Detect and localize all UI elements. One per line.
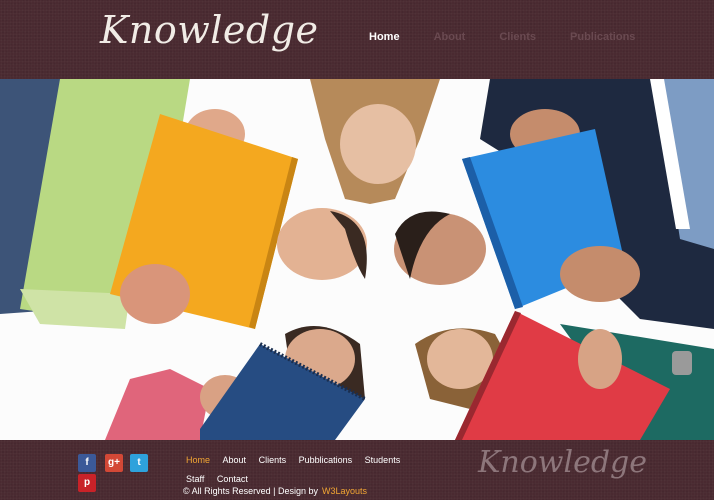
nav-publications[interactable]: Publications bbox=[570, 31, 635, 43]
footer-nav-about[interactable]: About bbox=[223, 451, 247, 470]
site-logo[interactable]: Knowledge bbox=[100, 8, 319, 52]
nav-clients[interactable]: Clients bbox=[499, 31, 536, 43]
hero-photo bbox=[0, 79, 714, 440]
footer-nav: Home About Clients Pubblications Student… bbox=[186, 451, 436, 489]
footer-nav-home[interactable]: Home bbox=[186, 451, 210, 470]
twitter-icon[interactable]: t bbox=[130, 454, 148, 472]
copyright: © All Rights Reserved | Design by W3Layou… bbox=[183, 486, 367, 496]
footer-nav-publications[interactable]: Pubblications bbox=[299, 451, 353, 470]
nav-about[interactable]: About bbox=[434, 31, 466, 43]
main-nav: Home About Clients Publications bbox=[369, 31, 635, 43]
footer-nav-students[interactable]: Students bbox=[365, 451, 401, 470]
header: Knowledge Home About Clients Publication… bbox=[0, 0, 714, 79]
designer-link[interactable]: W3Layouts bbox=[322, 486, 367, 496]
copyright-text: © All Rights Reserved | Design by bbox=[183, 486, 319, 496]
pinterest-icon[interactable]: p bbox=[78, 474, 96, 492]
footer-nav-clients[interactable]: Clients bbox=[259, 451, 287, 470]
footer: f g+ t p Home About Clients Pubblication… bbox=[0, 440, 714, 500]
google-plus-icon[interactable]: g+ bbox=[105, 454, 123, 472]
nav-home[interactable]: Home bbox=[369, 31, 400, 43]
hero-banner bbox=[0, 79, 714, 440]
footer-logo: Knowledge bbox=[478, 445, 647, 480]
facebook-icon[interactable]: f bbox=[78, 454, 96, 472]
